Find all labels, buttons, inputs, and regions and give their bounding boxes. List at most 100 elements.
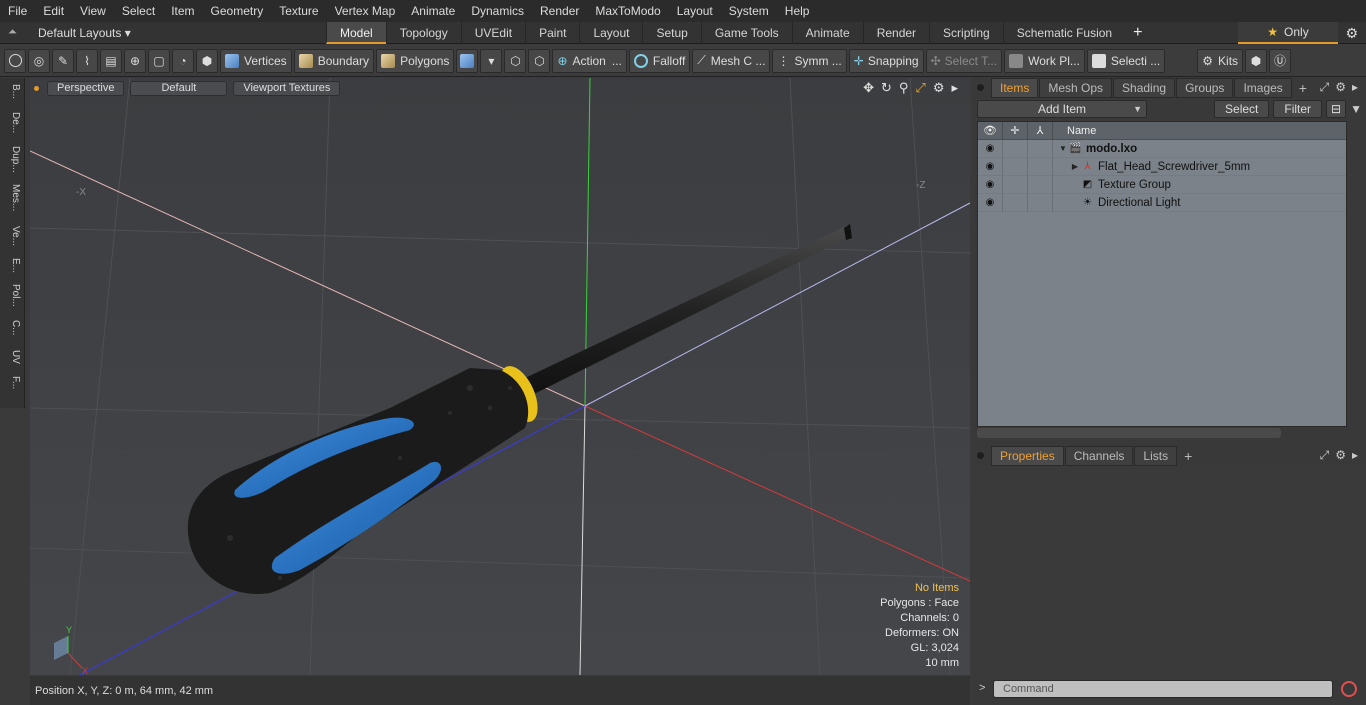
- mesh-constraint-button[interactable]: ⟋ Mesh C ...: [692, 48, 771, 73]
- panel-gear-icon[interactable]: ⚙: [1335, 80, 1346, 95]
- tab-game-tools[interactable]: Game Tools: [700, 21, 792, 44]
- 3d-viewport[interactable]: -X -Z Y X Perspective Default Viewport T…: [30, 78, 970, 675]
- tab-channels[interactable]: Channels: [1064, 446, 1134, 466]
- filter-button[interactable]: Filter: [1273, 100, 1323, 118]
- gear-icon[interactable]: ⚙: [1345, 25, 1358, 42]
- menu-texture[interactable]: Texture: [271, 0, 326, 22]
- menu-item[interactable]: Item: [163, 0, 202, 22]
- left-tab-basic[interactable]: B...: [3, 84, 21, 99]
- tab-schematic-fusion[interactable]: Schematic Fusion: [1002, 21, 1125, 44]
- menu-file[interactable]: File: [0, 0, 35, 22]
- menu-dynamics[interactable]: Dynamics: [463, 0, 532, 22]
- left-tab-polygon[interactable]: Pol...: [3, 284, 21, 307]
- tab-topology[interactable]: Topology: [385, 21, 461, 44]
- panel-menu-dot[interactable]: [977, 84, 984, 91]
- menu-layout[interactable]: Layout: [669, 0, 721, 22]
- panel-arrow-icon[interactable]: ▸: [1352, 80, 1358, 95]
- left-tab-fusion[interactable]: F...: [3, 376, 21, 389]
- center-button[interactable]: ⊕: [124, 48, 146, 73]
- shading-mode-button[interactable]: Default: [130, 80, 228, 96]
- boundary-button[interactable]: Boundary: [293, 48, 375, 73]
- item-list-scrollbar[interactable]: [977, 428, 1281, 438]
- viewport-textures-button[interactable]: Viewport Textures: [233, 80, 341, 96]
- selection-sets-button[interactable]: Selecti ...: [1086, 48, 1166, 73]
- snap-shield-button[interactable]: ⬡: [528, 48, 551, 73]
- properties-gear-icon[interactable]: ⚙: [1335, 448, 1346, 463]
- menu-geometry[interactable]: Geometry: [203, 0, 272, 22]
- view-mode-button[interactable]: Perspective: [47, 80, 125, 96]
- filter-funnel-icon[interactable]: ▼: [1350, 102, 1362, 116]
- layouts-selector[interactable]: ⏶ Default Layouts ▾: [0, 26, 326, 40]
- left-tab-uv[interactable]: UV: [3, 350, 21, 364]
- menu-view[interactable]: View: [72, 0, 114, 22]
- dial-button[interactable]: ◔: [172, 48, 194, 73]
- left-tab-duplicate[interactable]: Dup...: [3, 146, 21, 173]
- left-tab-edge[interactable]: E...: [3, 258, 21, 273]
- menu-select[interactable]: Select: [114, 0, 163, 22]
- tab-items[interactable]: Items: [991, 78, 1039, 98]
- select-through-button[interactable]: ✣ Select T...: [925, 48, 1003, 73]
- select-circle-button[interactable]: [4, 48, 26, 73]
- properties-arrow-icon[interactable]: ▸: [1352, 448, 1358, 463]
- tab-animate[interactable]: Animate: [791, 21, 863, 44]
- name-column-header[interactable]: Name: [1053, 125, 1096, 137]
- properties-expand-icon[interactable]: ⤢: [1320, 448, 1330, 463]
- work-plane-button[interactable]: Work Pl...: [1004, 48, 1085, 73]
- left-tab-deform[interactable]: De...: [3, 112, 21, 133]
- add-item-button[interactable]: Add Item ▼: [977, 100, 1147, 118]
- tab-uvedit[interactable]: UVEdit: [460, 21, 525, 44]
- tab-layout[interactable]: Layout: [579, 21, 642, 44]
- tab-groups[interactable]: Groups: [1176, 78, 1234, 98]
- item-mode-button[interactable]: [456, 48, 479, 73]
- tab-paint[interactable]: Paint: [525, 21, 579, 44]
- symmetry-button[interactable]: ⋮ Symm ...: [772, 48, 847, 73]
- polygons-button[interactable]: Polygons: [376, 48, 455, 73]
- kits-button[interactable]: ⚙ Kits: [1197, 48, 1244, 73]
- tab-model[interactable]: Model: [326, 21, 386, 44]
- viewport-expand-icon[interactable]: ▸: [951, 80, 958, 96]
- tree-row-scene[interactable]: ◉ ▼ 🎬 modo.lxo: [978, 139, 1346, 158]
- select-button[interactable]: Select: [1214, 100, 1270, 118]
- move-view-icon[interactable]: ✥: [863, 80, 874, 96]
- falloff-button[interactable]: Falloff: [628, 48, 691, 73]
- command-input[interactable]: Command: [993, 680, 1333, 698]
- panel-expand-icon[interactable]: ⤢: [1320, 80, 1330, 95]
- tab-lists[interactable]: Lists: [1134, 446, 1178, 466]
- left-tab-mesh-edit[interactable]: Mes...: [3, 184, 21, 211]
- tab-properties[interactable]: Properties: [991, 446, 1064, 466]
- symmetry-shield-button[interactable]: ⬡: [504, 48, 527, 73]
- lock-column-icon[interactable]: ✛: [1003, 121, 1028, 140]
- globe-button[interactable]: ◎: [28, 48, 50, 73]
- collapse-triangle-icon[interactable]: ▶: [1069, 162, 1081, 171]
- tab-setup[interactable]: Setup: [642, 21, 700, 44]
- unreal-button[interactable]: Ⓤ: [1269, 48, 1292, 73]
- menu-animate[interactable]: Animate: [403, 0, 463, 22]
- type-column-icon[interactable]: ⅄: [1028, 121, 1053, 140]
- menu-help[interactable]: Help: [777, 0, 818, 22]
- tab-images[interactable]: Images: [1234, 78, 1292, 98]
- vertices-button[interactable]: Vertices: [220, 48, 292, 73]
- action-center-button[interactable]: ⊕ Action...: [552, 48, 627, 73]
- menu-system[interactable]: System: [721, 0, 777, 22]
- frame-button[interactable]: ▢: [148, 48, 170, 73]
- tab-scripting[interactable]: Scripting: [929, 21, 1003, 44]
- tree-row-mesh[interactable]: ◉ ▶ ⅄ Flat_Head_Screwdriver_5mm: [978, 157, 1346, 176]
- visibility-column-icon[interactable]: 👁: [978, 121, 1003, 140]
- menu-maxtomodo[interactable]: MaxToModo: [587, 0, 668, 22]
- menu-edit[interactable]: Edit: [35, 0, 72, 22]
- mode-dropdown[interactable]: ▾: [480, 48, 503, 73]
- eye-icon[interactable]: ◉: [978, 175, 1003, 194]
- viewport-menu-dot[interactable]: [34, 85, 39, 91]
- add-panel-tab-button[interactable]: +: [1293, 80, 1313, 96]
- eye-icon[interactable]: ◉: [978, 139, 1003, 158]
- collapse-button[interactable]: ⊟: [1326, 100, 1347, 118]
- pen-button[interactable]: ✎: [52, 48, 74, 73]
- eye-icon[interactable]: ◉: [978, 157, 1003, 176]
- only-toggle[interactable]: ★ Only: [1238, 22, 1338, 44]
- brush-button[interactable]: ⌇: [76, 48, 98, 73]
- tab-render[interactable]: Render: [862, 21, 929, 44]
- add-tab-button[interactable]: +: [1125, 22, 1150, 44]
- tab-mesh-ops[interactable]: Mesh Ops: [1039, 78, 1113, 98]
- menu-vertex-map[interactable]: Vertex Map: [327, 0, 404, 22]
- eye-icon[interactable]: ◉: [978, 193, 1003, 212]
